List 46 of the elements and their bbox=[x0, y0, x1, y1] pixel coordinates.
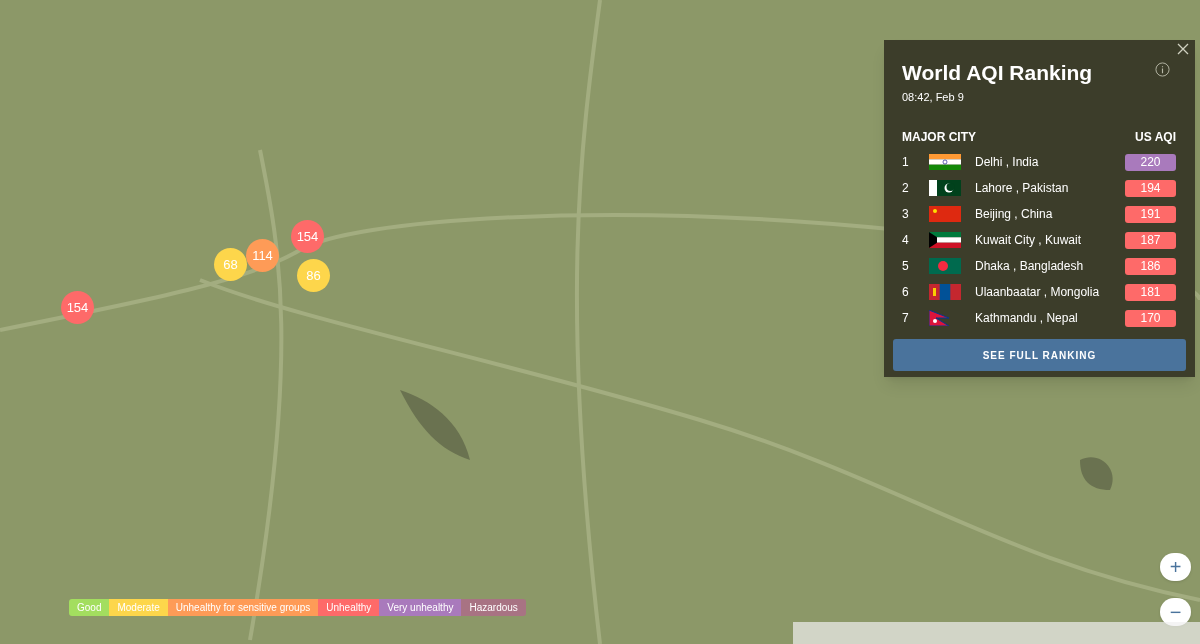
legend-item: Very unhealthy bbox=[379, 599, 462, 616]
city-name[interactable]: Delhi , India bbox=[975, 153, 1125, 171]
close-icon[interactable] bbox=[1175, 41, 1191, 57]
legend-item: Good bbox=[69, 599, 110, 616]
aqi-value: 194 bbox=[1125, 179, 1176, 197]
flag-icon bbox=[929, 310, 949, 326]
zoom-in-button[interactable]: + bbox=[1160, 553, 1191, 581]
aqi-map-marker[interactable]: 154 bbox=[61, 291, 94, 324]
lake-shape bbox=[400, 390, 470, 460]
legend-item: Hazardous bbox=[461, 599, 526, 616]
column-header: US AQI bbox=[1135, 128, 1176, 146]
aqi-value: 220 bbox=[1125, 153, 1176, 171]
flag-icon bbox=[929, 206, 961, 222]
flag-icon bbox=[929, 154, 961, 170]
city-name[interactable]: Ulaanbaatar , Mongolia bbox=[975, 283, 1125, 301]
column-header: MAJOR CITY bbox=[902, 128, 976, 146]
legend-item: Unhealthy for sensitive groups bbox=[167, 599, 319, 616]
rank-number: 1 bbox=[902, 154, 910, 171]
legend-item: Unhealthy bbox=[318, 599, 380, 616]
rank-number: 7 bbox=[902, 310, 910, 327]
panel-title: World AQI Ranking bbox=[902, 60, 1093, 86]
city-name[interactable]: Dhaka , Bangladesh bbox=[975, 257, 1125, 275]
info-icon[interactable] bbox=[1155, 62, 1170, 77]
rank-number: 6 bbox=[902, 284, 910, 301]
aqi-value: 170 bbox=[1125, 309, 1176, 327]
rank-number: 3 bbox=[902, 206, 910, 223]
flag-icon bbox=[929, 180, 961, 196]
flag-icon bbox=[929, 258, 961, 274]
timestamp: 08:42, Feb 9 bbox=[902, 90, 965, 105]
aqi-value: 187 bbox=[1125, 231, 1176, 249]
legend-item: Moderate bbox=[109, 599, 168, 616]
aqi-value: 191 bbox=[1125, 205, 1176, 223]
aqi-value: 181 bbox=[1125, 283, 1176, 301]
city-name[interactable]: Lahore , Pakistan bbox=[975, 179, 1125, 197]
aqi-map-marker[interactable]: 154 bbox=[291, 220, 324, 253]
flag-icon bbox=[929, 284, 961, 300]
city-name[interactable]: Beijing , China bbox=[975, 205, 1125, 223]
rank-number: 5 bbox=[902, 258, 910, 275]
city-name[interactable]: Kathmandu , Nepal bbox=[975, 309, 1125, 327]
see-full-ranking-button[interactable]: SEE FULL RANKING bbox=[893, 339, 1186, 371]
aqi-value: 186 bbox=[1125, 257, 1176, 275]
lake-shape bbox=[1080, 457, 1113, 490]
city-name[interactable]: Kuwait City , Kuwait bbox=[975, 231, 1125, 249]
rank-number: 2 bbox=[902, 180, 910, 197]
flag-icon bbox=[929, 232, 961, 248]
rank-number: 4 bbox=[902, 232, 910, 249]
